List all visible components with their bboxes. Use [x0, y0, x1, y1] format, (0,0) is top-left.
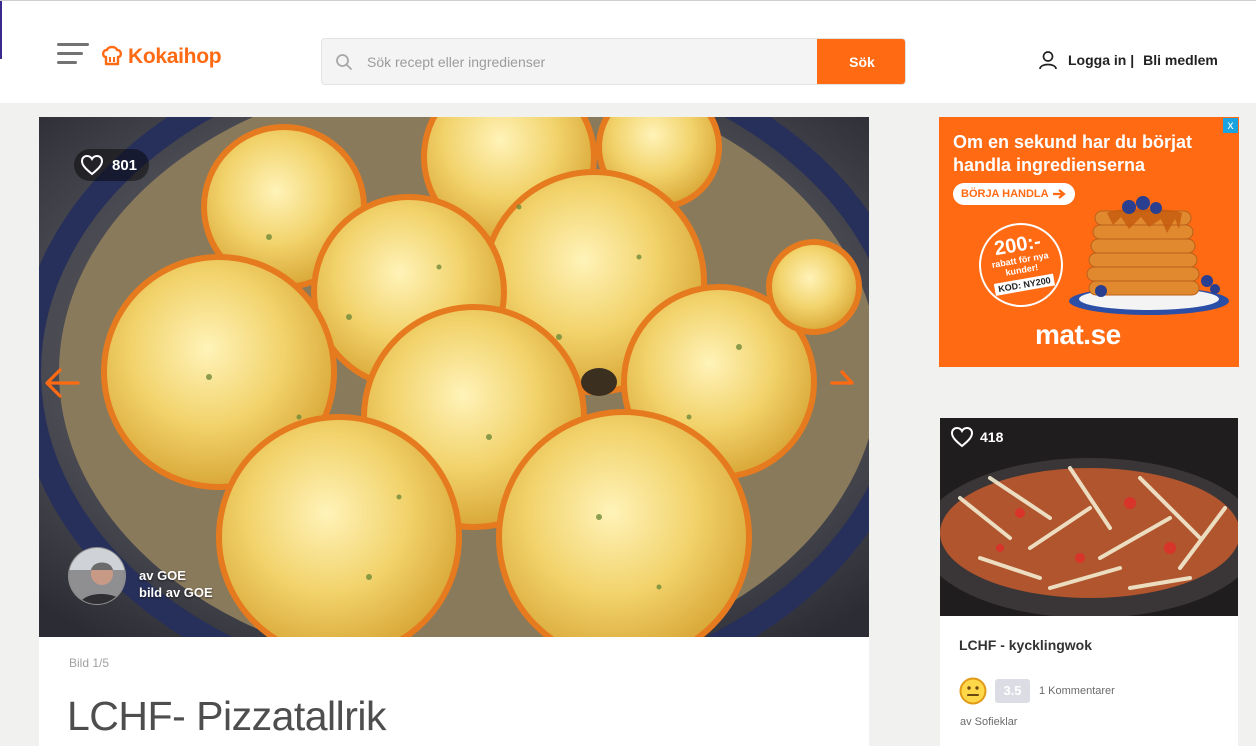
- recipe-credits: av GOE bild av GOE: [139, 567, 213, 601]
- image-counter: Bild 1/5: [69, 656, 110, 670]
- login-link[interactable]: Logga in |: [1068, 52, 1134, 68]
- next-image-arrow-icon[interactable]: [830, 367, 854, 399]
- author-avatar[interactable]: [68, 547, 126, 605]
- ad-brand-logo: mat.se: [1035, 319, 1121, 350]
- logo-text: Kokaihop: [128, 45, 222, 68]
- previous-image-arrow-icon[interactable]: [44, 367, 80, 399]
- author-avatar-image: [69, 548, 125, 604]
- search-button[interactable]: Sök: [817, 39, 905, 84]
- author-name[interactable]: av GOE: [139, 567, 213, 584]
- ad-headline: Om en sekund har du börjat handla ingred…: [953, 132, 1193, 175]
- ad-discount-badge: 200:- rabatt för nya kunder! KOD: NY200: [972, 216, 1070, 314]
- recipe-photo-image: [39, 117, 869, 637]
- related-recipe-card[interactable]: 418 LCHF - kycklingwok 3.5 1 Kommentarer…: [940, 418, 1238, 746]
- site-logo[interactable]: Kokaihop: [100, 43, 222, 71]
- ad-cta-label: BÖRJA HANDLA: [961, 188, 1049, 200]
- ad-close-icon[interactable]: x: [1223, 118, 1238, 133]
- search-icon: [336, 54, 352, 70]
- signup-link[interactable]: Bli medlem: [1143, 52, 1218, 68]
- recipe-photo[interactable]: [39, 117, 869, 637]
- related-recipe-title[interactable]: LCHF - kycklingwok: [959, 637, 1092, 653]
- recipe-like-count: 801: [112, 156, 138, 174]
- related-recipe-like-count: 418: [980, 429, 1004, 445]
- account-links: Logga in | Bli medlem: [1038, 48, 1218, 72]
- related-recipe-rating: 3.5 1 Kommentarer: [959, 677, 1115, 705]
- related-recipe-like-button[interactable]: 418: [950, 426, 1003, 448]
- search-input[interactable]: [367, 39, 815, 84]
- recipe-like-button[interactable]: 801: [74, 149, 150, 181]
- site-header: Kokaihop Sök Logga in | Bli medlem: [0, 0, 1256, 103]
- user-icon[interactable]: [1038, 50, 1058, 70]
- related-recipe-author[interactable]: av Sofieklar: [960, 716, 1017, 728]
- window-edge: [0, 1, 2, 59]
- search-bar: Sök: [321, 38, 906, 85]
- heart-icon: [80, 154, 104, 176]
- photographer-name[interactable]: bild av GOE: [139, 584, 213, 601]
- rating-score: 3.5: [995, 679, 1030, 703]
- advertisement-banner[interactable]: x Om en sekund har du börjat handla ingr…: [939, 117, 1239, 367]
- heart-icon: [950, 426, 974, 448]
- pancake-stack-image: [1069, 196, 1229, 315]
- chef-hat-icon: [101, 45, 123, 66]
- recipe-header-card: Bild 1/5 LCHF- Pizzatallrik: [39, 637, 869, 746]
- recipe-title: LCHF- Pizzatallrik: [67, 693, 387, 739]
- hamburger-menu-icon[interactable]: [57, 43, 89, 69]
- neutral-face-icon: [959, 677, 987, 705]
- comment-count[interactable]: 1 Kommentarer: [1039, 685, 1115, 697]
